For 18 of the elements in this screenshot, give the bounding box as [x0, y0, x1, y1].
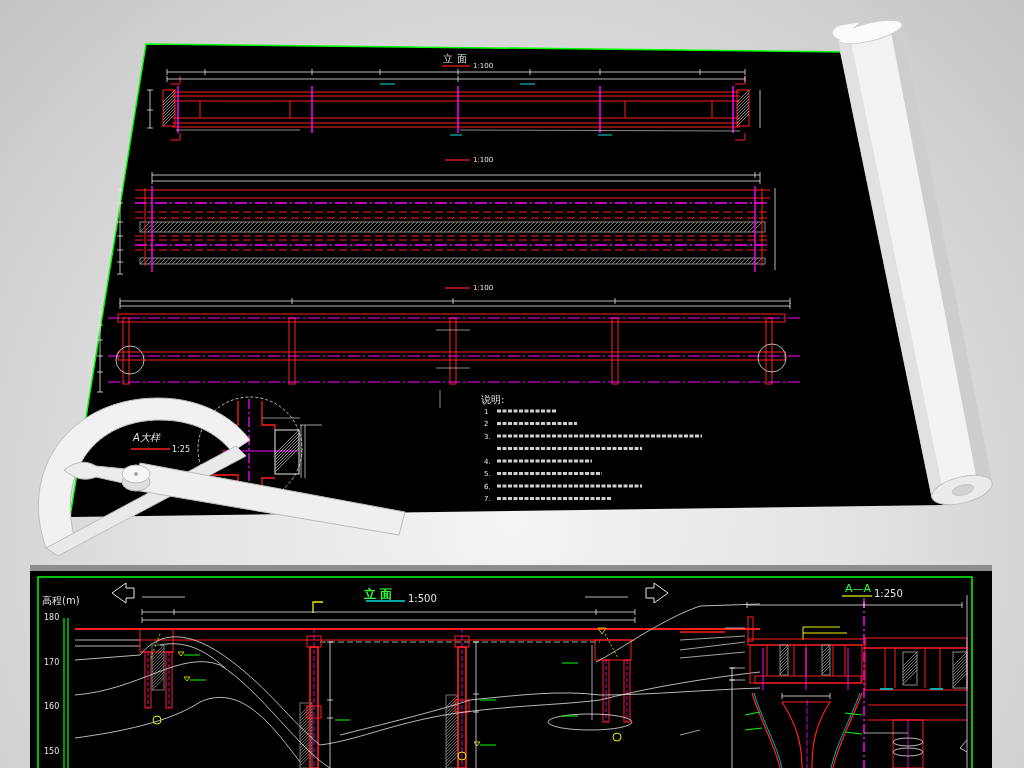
dimension-line — [146, 89, 154, 129]
dimension-line — [781, 692, 831, 700]
elevation-tick-label: 160 — [44, 702, 60, 711]
elevation-tick-label: 150 — [44, 746, 60, 756]
arrow-icon — [111, 582, 135, 604]
scale-label: 1:25 — [172, 445, 190, 454]
view-title: 立 面 — [443, 53, 467, 64]
view-title: 立 面 — [364, 587, 393, 601]
elevation-tick-label: 180 — [44, 613, 60, 622]
notes-heading: 说明: — [481, 394, 505, 405]
scale-label: 1:250 — [874, 588, 903, 599]
section-title: A—A — [845, 582, 872, 595]
section-marker-icon — [312, 601, 324, 614]
scale-label: 1:500 — [408, 593, 437, 604]
axis-unit-label: 高程(m) — [42, 595, 80, 606]
elevation-tick-label: 170 — [44, 657, 60, 667]
arrow-icon — [645, 582, 669, 604]
detail-title: A大样 — [133, 432, 160, 443]
